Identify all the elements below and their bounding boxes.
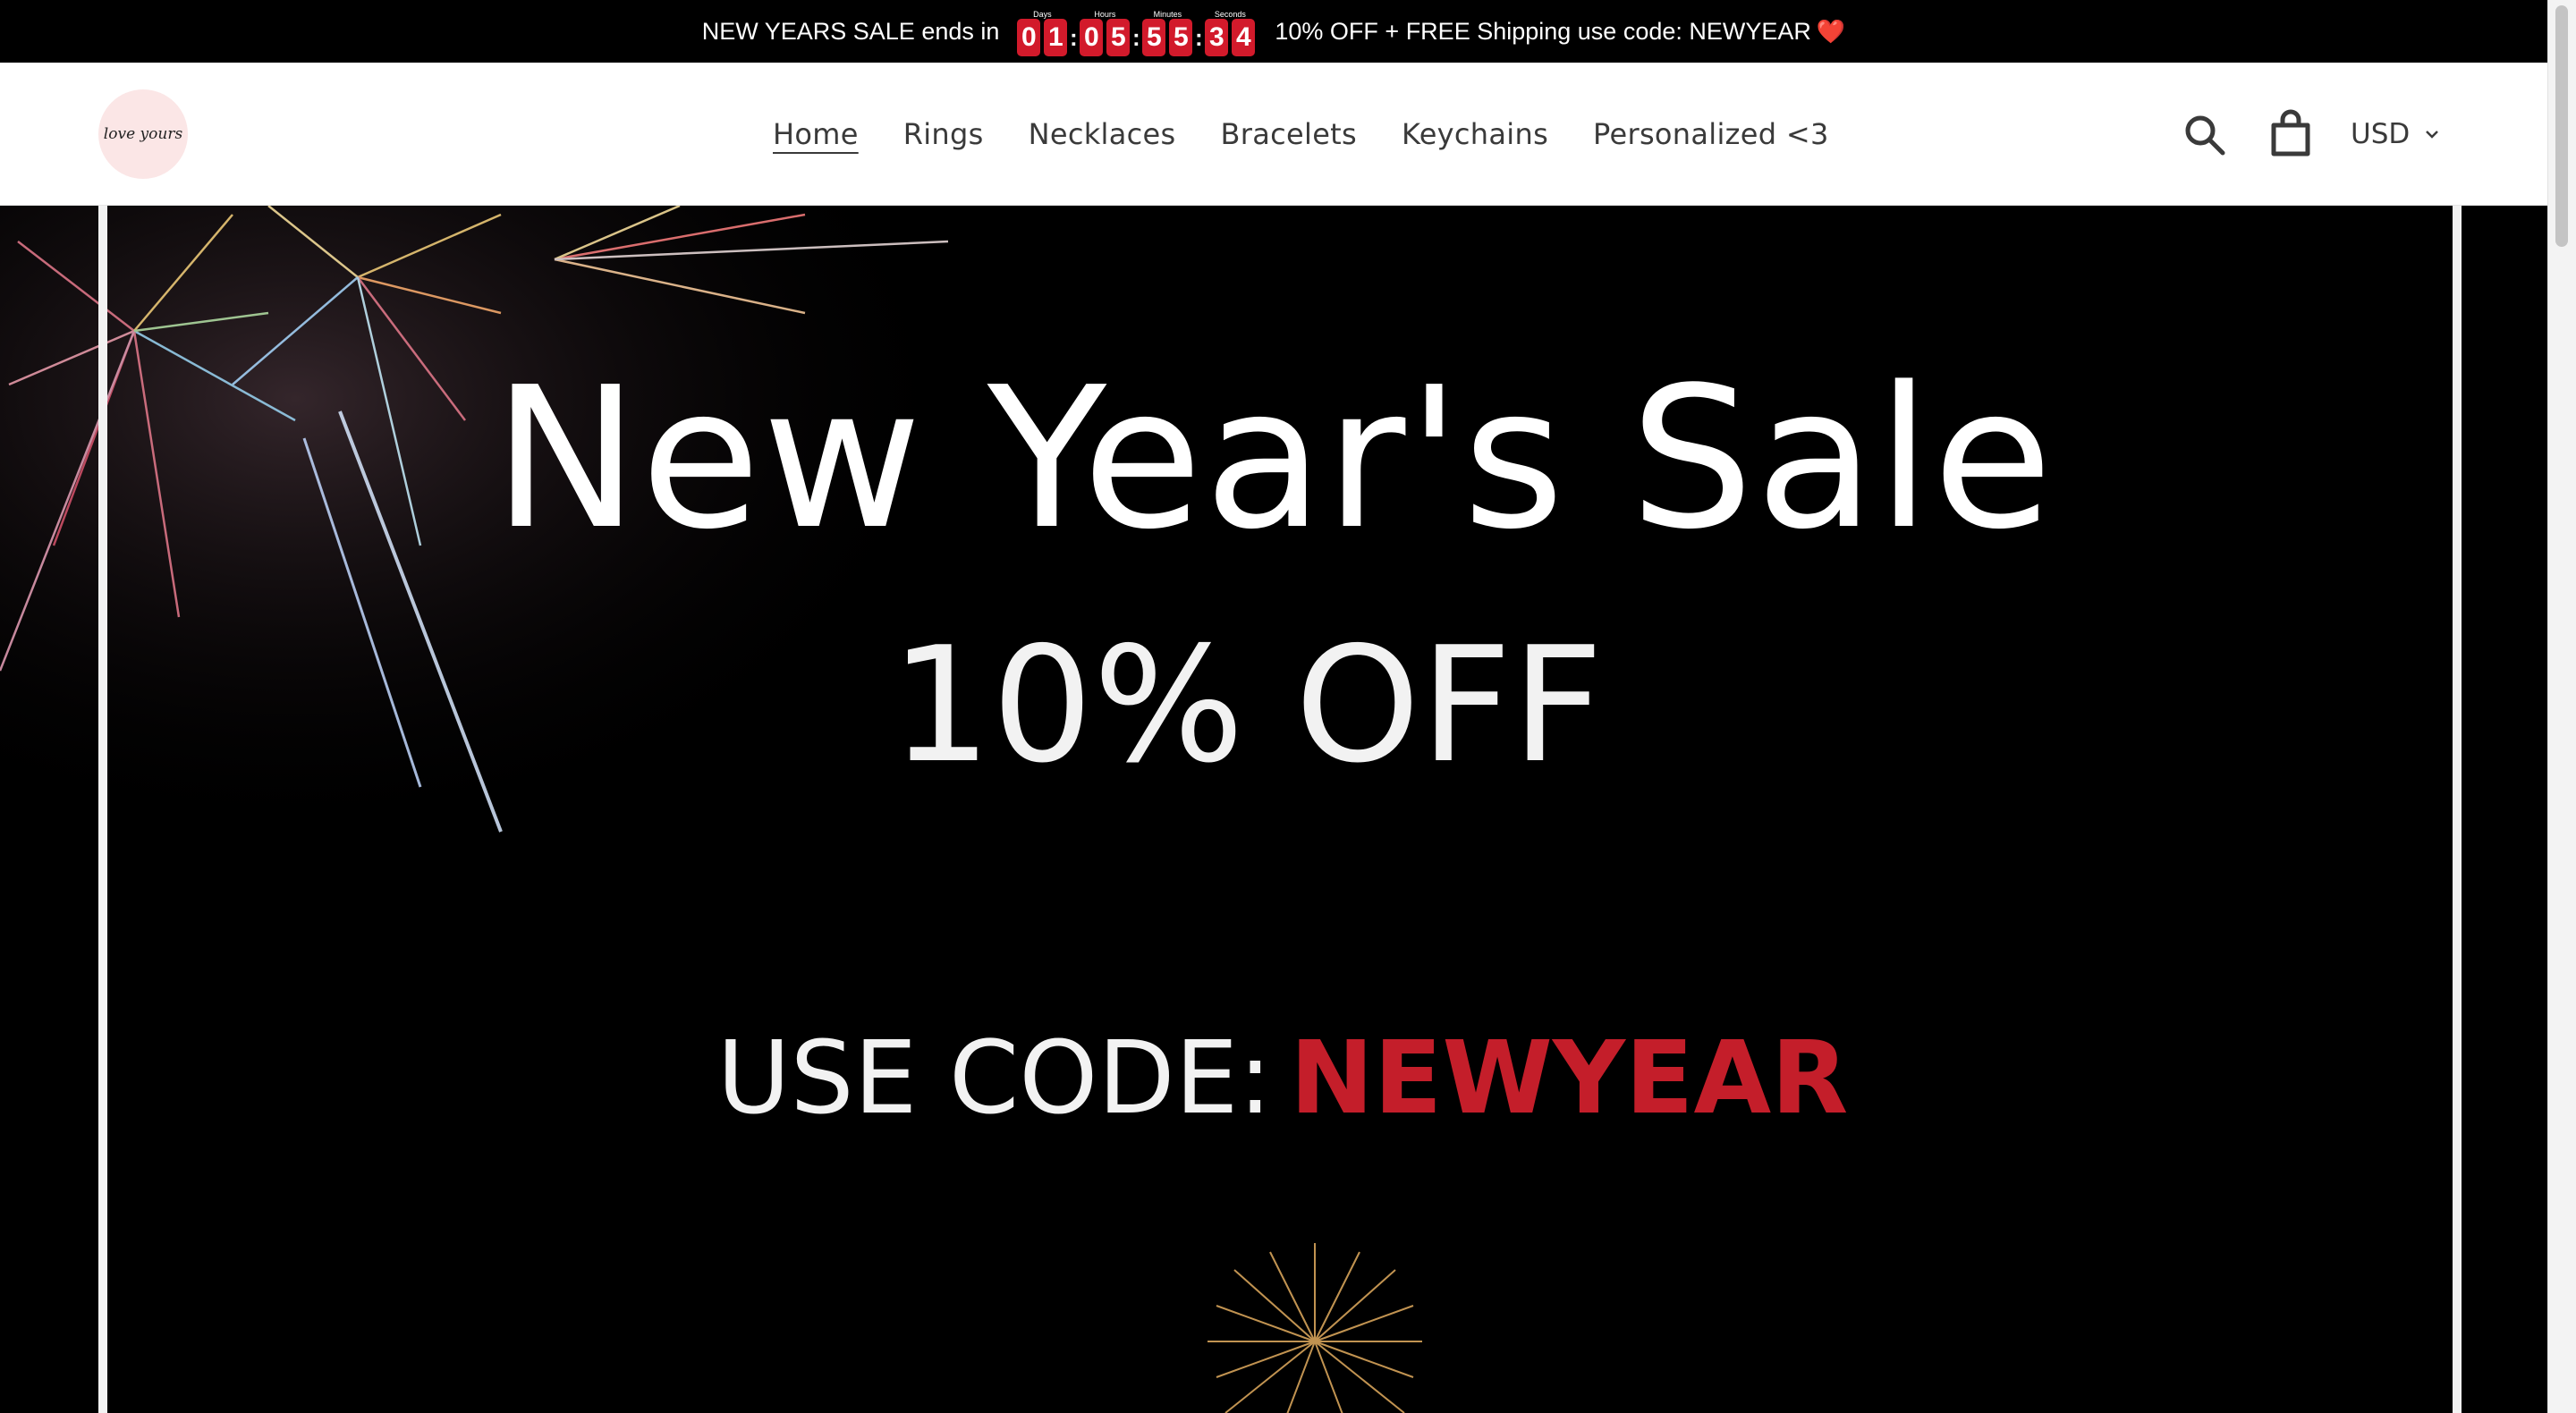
currency-selector[interactable]: USD xyxy=(2351,114,2440,154)
nav-item-home[interactable]: Home xyxy=(773,117,859,151)
countdown-seconds: Seconds 3 4 xyxy=(1203,6,1257,56)
site-header: love yours Home Rings Necklaces Bracelet… xyxy=(0,63,2547,206)
announcement-bar: NEW YEARS SALE ends in Days 0 1 : Hours … xyxy=(0,0,2547,63)
search-icon[interactable] xyxy=(2182,113,2227,157)
countdown-timer: Days 0 1 : Hours 0 5 : Minutes 5 5 : Sec… xyxy=(1015,0,1257,63)
main-nav: Home Rings Necklaces Bracelets Keychains… xyxy=(773,63,1874,206)
firework-burst-image xyxy=(1208,1243,1422,1413)
nav-item-keychains[interactable]: Keychains xyxy=(1402,117,1548,151)
countdown-seconds-caption: Seconds xyxy=(1214,10,1246,19)
countdown-digit: 0 xyxy=(1080,19,1104,56)
hero-discount: 10% OFF xyxy=(890,613,1604,798)
countdown-separator: : xyxy=(1070,23,1078,51)
logo[interactable]: love yours xyxy=(98,89,188,179)
countdown-days: Days 0 1 xyxy=(1015,6,1069,56)
hero-promo-code: USE CODE: NEWYEAR xyxy=(0,1028,2547,1129)
hero-title: New Year's Sale xyxy=(493,346,2055,572)
countdown-digit: 5 xyxy=(1169,19,1193,56)
countdown-separator: : xyxy=(1132,23,1140,51)
countdown-minutes: Minutes 5 5 xyxy=(1140,6,1194,56)
countdown-digit: 5 xyxy=(1142,19,1166,56)
cart-icon[interactable] xyxy=(2268,109,2313,157)
countdown-digit: 4 xyxy=(1232,19,1256,56)
countdown-hours-caption: Hours xyxy=(1094,10,1116,19)
countdown-separator: : xyxy=(1195,23,1203,51)
nav-item-personalized[interactable]: Personalized <3 xyxy=(1593,117,1829,151)
countdown-digit: 5 xyxy=(1106,19,1131,56)
nav-item-rings[interactable]: Rings xyxy=(903,117,984,151)
currency-value: USD xyxy=(2351,118,2411,150)
countdown-minutes-caption: Minutes xyxy=(1153,10,1182,19)
announcement-lead: NEW YEARS SALE ends in xyxy=(701,17,1000,45)
hero-code-prefix: USE CODE: xyxy=(716,1020,1273,1137)
hero-banner[interactable]: New Year's Sale 10% OFF USE CODE: NEWYEAR xyxy=(0,206,2547,1413)
nav-item-necklaces[interactable]: Necklaces xyxy=(1029,117,1176,151)
countdown-hours: Hours 0 5 xyxy=(1078,6,1131,56)
chevron-down-icon xyxy=(2426,131,2439,139)
countdown-digit: 0 xyxy=(1017,19,1041,56)
countdown-days-caption: Days xyxy=(1033,10,1052,19)
nav-item-bracelets[interactable]: Bracelets xyxy=(1221,117,1358,151)
scrollbar-thumb[interactable] xyxy=(2555,5,2568,247)
announcement-promo: 10% OFF + FREE Shipping use code: NEWYEA… xyxy=(1275,17,1811,45)
countdown-digit: 1 xyxy=(1044,19,1068,56)
countdown-digit: 3 xyxy=(1205,19,1229,56)
heart-icon: ❤️ xyxy=(1816,17,1846,45)
page-scrollbar[interactable] xyxy=(2547,0,2576,1413)
hero-code-value: NEWYEAR xyxy=(1290,1020,1849,1137)
